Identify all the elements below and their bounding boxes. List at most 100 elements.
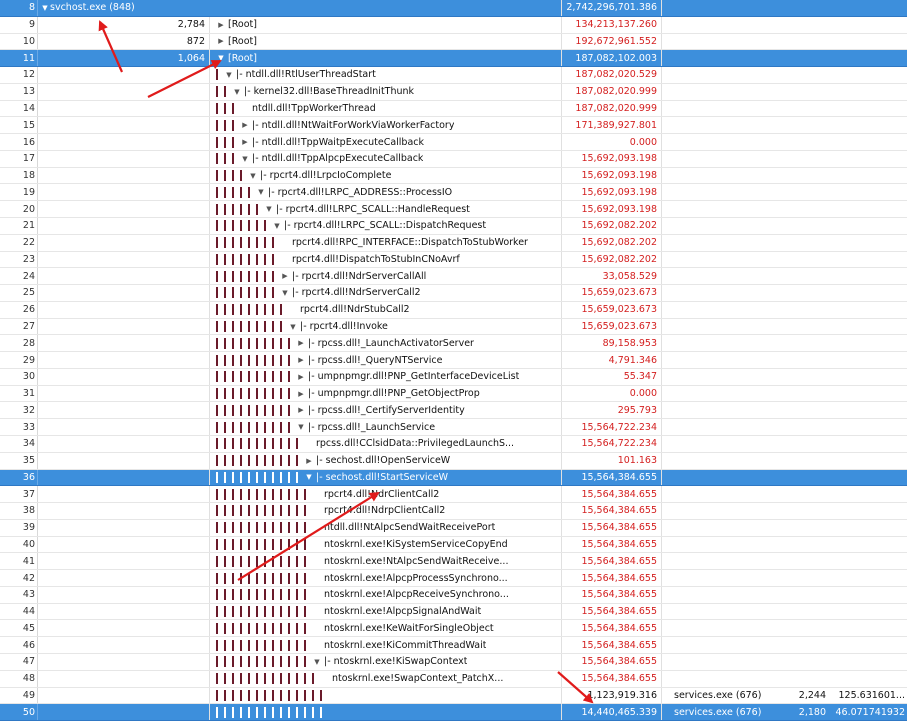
stack-tree-cell[interactable]: ▼ |- rpcrt4.dll!LrpcIoComplete	[212, 167, 562, 184]
stack-tree-cell[interactable]: ▼ |- rpcrt4.dll!LRPC_ADDRESS::ProcessIO	[212, 184, 562, 201]
stack-tree-cell[interactable]: ▼ |- ntdll.dll!RtlUserThreadStart	[212, 67, 562, 83]
stack-tree-cell[interactable]: ▼ |- rpcrt4.dll!LRPC_SCALL::DispatchReque…	[212, 218, 562, 234]
stack-tree-cell[interactable]: ntdll.dll!NtAlpcSendWaitReceivePort	[212, 519, 562, 536]
stack-tree-cell[interactable]: rpcrt4.dll!RPC_INTERFACE::DispatchToStub…	[212, 234, 562, 251]
stack-tree-cell[interactable]: rpcss.dll!CClsidData::PrivilegedLaunchS.…	[212, 436, 562, 452]
table-row[interactable]: 14 ntdll.dll!TppWorkerThread 187,082,020.9…	[0, 100, 907, 118]
stack-tree-cell[interactable]: ntoskrnl.exe!SwapContext_PatchX...	[212, 670, 562, 687]
stack-tree-cell[interactable]: ▶ |- rpcss.dll!_LaunchActivatorServer	[212, 335, 562, 352]
table-row[interactable]: 12 ▼ |- ntdll.dll!RtlUserThreadStart 187,08…	[0, 67, 907, 84]
collapse-toggle-icon[interactable]: ▼	[272, 222, 282, 230]
expand-toggle-icon[interactable]: ▶	[280, 272, 290, 280]
table-row[interactable]: 26 rpcrt4.dll!NdrStubCall2 15,659,023.673	[0, 301, 907, 319]
collapse-toggle-icon[interactable]: ▼	[224, 71, 234, 79]
expand-toggle-icon[interactable]: ▶	[296, 356, 306, 364]
collapse-toggle-icon[interactable]: ▼	[288, 323, 298, 331]
stack-tree-cell[interactable]: ntdll.dll!TppWorkerThread	[212, 100, 562, 117]
table-row[interactable]: 15 ▶ |- ntdll.dll!NtWaitForWorkViaWorkerFa…	[0, 117, 907, 135]
table-row[interactable]: 30 ▶ |- umpnpmgr.dll!PNP_GetInterfaceDevic…	[0, 368, 907, 386]
table-row[interactable]: 41 ntoskrnl.exe!NtAlpcSendWaitReceive... 1…	[0, 553, 907, 571]
expand-toggle-icon[interactable]: ▶	[304, 457, 314, 465]
stack-tree-cell[interactable]: ▼ |- ntoskrnl.exe!KiSwapContext	[212, 654, 562, 670]
table-row[interactable]: 37 rpcrt4.dll!NdrClientCall2 15,564,384.65…	[0, 486, 907, 504]
expand-toggle-icon[interactable]: ▶	[296, 339, 306, 347]
expand-toggle-icon[interactable]: ▼	[40, 4, 50, 12]
stack-tree-cell[interactable]: ▶ [Root]	[212, 16, 562, 33]
stack-tree-cell[interactable]: ▼ [Root]	[212, 50, 562, 67]
expand-toggle-icon[interactable]: ▶	[296, 373, 306, 381]
stack-tree-cell[interactable]: ▼ |- kernel32.dll!BaseThreadInitThunk	[212, 83, 562, 100]
collapse-toggle-icon[interactable]: ▼	[232, 88, 242, 96]
process-node[interactable]: ▼ svchost.exe (848)	[40, 0, 210, 16]
table-row[interactable]: 38 rpcrt4.dll!NdrpClientCall2 15,564,384.6…	[0, 503, 907, 520]
table-row[interactable]: 42 ntoskrnl.exe!AlpcpProcessSynchrono... 1…	[0, 570, 907, 587]
stack-tree-cell[interactable]: ▼ |- sechost.dll!StartServiceW	[212, 469, 562, 486]
stack-tree-cell[interactable]: ▼ |- rpcrt4.dll!NdrServerCall2	[212, 285, 562, 301]
expand-toggle-icon[interactable]: ▶	[216, 21, 226, 29]
table-row[interactable]: 20 ▼ |- rpcrt4.dll!LRPC_SCALL::HandleReque…	[0, 201, 907, 218]
stack-tree-cell[interactable]: ntoskrnl.exe!AlpcpReceiveSynchrono...	[212, 586, 562, 603]
table-row[interactable]: 13 ▼ |- kernel32.dll!BaseThreadInitThunk 18…	[0, 83, 907, 101]
table-row[interactable]: 33 ▼ |- rpcss.dll!_LaunchService 15,564,722…	[0, 419, 907, 437]
stack-tree-cell[interactable]: ▶ |- rpcss.dll!_QueryNTService	[212, 352, 562, 368]
collapse-toggle-icon[interactable]: ▼	[280, 289, 290, 297]
stack-tree-cell[interactable]: ▶ |- sechost.dll!OpenServiceW	[212, 452, 562, 469]
table-row[interactable]: 18 ▼ |- rpcrt4.dll!LrpcIoComplete 15,692,09…	[0, 167, 907, 185]
stack-tree-cell[interactable]: ntoskrnl.exe!AlpcpProcessSynchrono...	[212, 570, 562, 586]
stack-tree-cell[interactable]: rpcrt4.dll!DispatchToStubInCNoAvrf	[212, 251, 562, 268]
collapse-toggle-icon[interactable]: ▼	[304, 473, 314, 481]
stack-tree-cell[interactable]	[212, 704, 562, 721]
stack-tree-cell[interactable]: ▶ |- rpcrt4.dll!NdrServerCallAll	[212, 268, 562, 285]
table-row[interactable]: 27 ▼ |- rpcrt4.dll!Invoke 15,659,023.673	[0, 318, 907, 336]
table-row[interactable]: 17 ▼ |- ntdll.dll!TppAlpcpExecuteCallback 1…	[0, 150, 907, 168]
stack-tree-cell[interactable]: ▶ |- umpnpmgr.dll!PNP_GetObjectProp	[212, 385, 562, 402]
collapse-toggle-icon[interactable]: ▼	[248, 172, 258, 180]
stack-tree-cell[interactable]: ▶ |- rpcss.dll!_CertifyServerIdentity	[212, 402, 562, 419]
stack-tree-cell[interactable]: ntoskrnl.exe!AlpcpSignalAndWait	[212, 603, 562, 620]
stack-tree-cell[interactable]: ▼ |- rpcss.dll!_LaunchService	[212, 419, 562, 436]
stack-tree-cell[interactable]: ntoskrnl.exe!KeWaitForSingleObject	[212, 620, 562, 637]
expand-toggle-icon[interactable]: ▶	[296, 390, 306, 398]
table-row[interactable]: 19 ▼ |- rpcrt4.dll!LRPC_ADDRESS::ProcessIO…	[0, 184, 907, 202]
stack-tree-cell[interactable]: ▼ |- ntdll.dll!TppAlpcpExecuteCallback	[212, 150, 562, 167]
stack-tree-cell[interactable]	[212, 0, 562, 16]
table-row[interactable]: 39 ntdll.dll!NtAlpcSendWaitReceivePort 15,…	[0, 519, 907, 537]
expand-toggle-icon[interactable]: ▶	[240, 138, 250, 146]
stack-tree-cell[interactable]	[212, 687, 562, 704]
table-row[interactable]: 49 1,123,919.316 services.exe (676) 2,244 12…	[0, 687, 907, 705]
table-row[interactable]: 47 ▼ |- ntoskrnl.exe!KiSwapContext 15,564,3…	[0, 654, 907, 671]
table-row[interactable]: 31 ▶ |- umpnpmgr.dll!PNP_GetObjectProp 0.00…	[0, 385, 907, 403]
table-row[interactable]: 43 ntoskrnl.exe!AlpcpReceiveSynchrono... 1…	[0, 586, 907, 604]
table-row[interactable]: 29 ▶ |- rpcss.dll!_QueryNTService 4,791.346	[0, 352, 907, 369]
table-row[interactable]: 46 ntoskrnl.exe!KiCommitThreadWait 15,564,…	[0, 637, 907, 655]
table-row[interactable]: 28 ▶ |- rpcss.dll!_LaunchActivatorServer 89…	[0, 335, 907, 353]
table-row[interactable]: 34 rpcss.dll!CClsidData::PrivilegedLaunch…	[0, 436, 907, 453]
table-row[interactable]: 36 ▼ |- sechost.dll!StartServiceW 15,564,38…	[0, 469, 907, 487]
table-row[interactable]: 23 rpcrt4.dll!DispatchToStubInCNoAvrf 15,6…	[0, 251, 907, 269]
collapse-toggle-icon[interactable]: ▼	[256, 188, 266, 196]
collapse-toggle-icon[interactable]: ▼	[216, 54, 226, 62]
collapse-toggle-icon[interactable]: ▼	[240, 155, 250, 163]
stack-tree-cell[interactable]: rpcrt4.dll!NdrClientCall2	[212, 486, 562, 503]
collapse-toggle-icon[interactable]: ▼	[296, 423, 306, 431]
stack-tree-cell[interactable]: ▶ |- umpnpmgr.dll!PNP_GetInterfaceDeviceL…	[212, 368, 562, 385]
table-row[interactable]: 21 ▼ |- rpcrt4.dll!LRPC_SCALL::DispatchReq…	[0, 218, 907, 235]
expand-toggle-icon[interactable]: ▶	[296, 406, 306, 414]
expand-toggle-icon[interactable]: ▶	[216, 37, 226, 45]
stack-tree-cell[interactable]: ntoskrnl.exe!KiCommitThreadWait	[212, 637, 562, 654]
table-row[interactable]: 8 ▼ svchost.exe (848) 2,742,296,701.386	[0, 0, 907, 17]
stack-tree-cell[interactable]: rpcrt4.dll!NdrpClientCall2	[212, 503, 562, 519]
stack-tree-cell[interactable]: ▶ [Root]	[212, 33, 562, 50]
table-row[interactable]: 10 872 ▶ [Root] 192,672,961.552	[0, 33, 907, 51]
stack-tree-cell[interactable]: ntoskrnl.exe!NtAlpcSendWaitReceive...	[212, 553, 562, 570]
collapse-toggle-icon[interactable]: ▼	[264, 205, 274, 213]
stack-tree-cell[interactable]: ▼ |- rpcrt4.dll!Invoke	[212, 318, 562, 335]
table-row[interactable]: 32 ▶ |- rpcss.dll!_CertifyServerIdentity 29…	[0, 402, 907, 420]
table-row[interactable]: 35 ▶ |- sechost.dll!OpenServiceW 101.163	[0, 452, 907, 470]
expand-toggle-icon[interactable]: ▶	[240, 121, 250, 129]
table-row[interactable]: 45 ntoskrnl.exe!KeWaitForSingleObject 15,5…	[0, 620, 907, 638]
collapse-toggle-icon[interactable]: ▼	[312, 658, 322, 666]
stack-tree-cell[interactable]: ▶ |- ntdll.dll!TppWaitpExecuteCallback	[212, 134, 562, 150]
table-row[interactable]: 44 ntoskrnl.exe!AlpcpSignalAndWait 15,564,…	[0, 603, 907, 621]
stack-tree-cell[interactable]: ▼ |- rpcrt4.dll!LRPC_SCALL::HandleRequest	[212, 201, 562, 217]
